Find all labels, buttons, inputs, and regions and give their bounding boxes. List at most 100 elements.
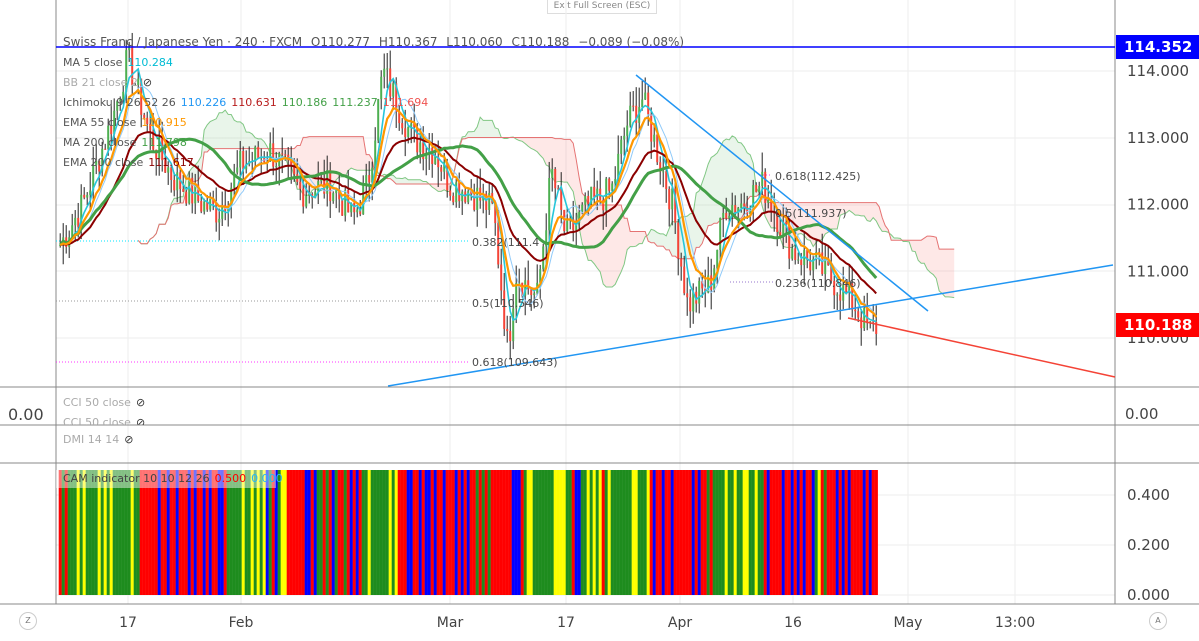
cam-bar <box>826 470 830 595</box>
ichimoku-cloud-segment <box>657 232 661 247</box>
indicator-legend[interactable]: MA 200 close 111.798 <box>63 136 192 149</box>
indicator-legend[interactable]: EMA 55 close 110.915 <box>63 116 192 129</box>
ichimoku-cloud-segment <box>861 202 865 216</box>
candle-body <box>758 186 761 192</box>
ichimoku-cloud-segment <box>471 131 475 138</box>
cam-bar <box>571 470 575 595</box>
cam-bar <box>715 470 719 595</box>
cam-bar <box>754 470 758 595</box>
candle-body <box>734 205 737 213</box>
cam-bar <box>499 470 503 595</box>
candle-body <box>242 150 245 170</box>
ichimoku-cloud-segment <box>417 179 421 184</box>
candle-body <box>305 195 308 207</box>
ichimoku-cloud-segment <box>747 152 751 201</box>
indicator-legend[interactable]: EMA 200 close 111.617 <box>63 156 199 169</box>
cam-bar <box>739 470 743 595</box>
candle-body <box>761 171 764 187</box>
indicator-legend[interactable]: MA 5 close 110.284 <box>63 56 178 69</box>
cam-bar <box>610 470 614 595</box>
cam-bar <box>265 470 269 595</box>
candle-body <box>401 123 404 129</box>
indicator-legend[interactable]: Ichimoku 9 26 52 26 110.226 110.631 110.186… <box>63 96 433 109</box>
cam-bar <box>520 470 524 595</box>
cam-bar <box>493 470 497 595</box>
eye-hidden-icon[interactable]: ⊘ <box>124 433 133 446</box>
ohlc-high: H110.367 <box>378 35 438 49</box>
cam-bar <box>625 470 629 595</box>
cam-bar <box>733 470 737 595</box>
cam-bar <box>604 470 608 595</box>
candle-body <box>281 153 284 155</box>
cam-bar <box>496 470 500 595</box>
candle-body <box>593 186 596 197</box>
eye-hidden-icon[interactable]: ⊘ <box>136 416 145 425</box>
cam-bar <box>145 470 149 595</box>
cam-bar <box>865 470 869 595</box>
cam-bar <box>361 470 365 595</box>
ichimoku-cloud-segment <box>564 139 568 183</box>
eye-hidden-icon[interactable]: ⊘ <box>143 76 152 89</box>
indicator-legend[interactable]: BB 21 close 2 ⊘ <box>63 76 157 89</box>
cam-bar <box>643 470 647 595</box>
cam-bar <box>175 470 179 595</box>
ichimoku-cloud-segment <box>225 110 229 149</box>
cam-bar <box>73 470 77 595</box>
fib-label: 0.5(111.937) <box>775 207 847 220</box>
ichimoku-cloud-segment <box>711 155 715 226</box>
cam-bar <box>751 470 755 595</box>
cam-legend[interactable]: CAM indicator 10 10 12 26 0.500 0.000 <box>63 472 288 485</box>
timezone-z-button[interactable]: Z <box>19 612 37 630</box>
cam-bar <box>427 470 431 595</box>
candle-body <box>860 317 863 329</box>
cam-bar <box>385 470 389 595</box>
cam-bar <box>460 470 464 595</box>
cci-legend-1[interactable]: CCI 50 close ⊘ <box>63 396 150 409</box>
cam-bar <box>328 470 332 595</box>
cam-bar <box>592 470 596 595</box>
ichimoku-cloud-segment <box>210 120 214 149</box>
cam-bar <box>163 470 167 595</box>
candle-body <box>185 191 188 204</box>
candle-body <box>863 307 866 329</box>
candle-body <box>182 189 185 192</box>
ichimoku-cloud-segment <box>927 236 931 273</box>
cam-bar <box>688 470 692 595</box>
candle-body <box>461 191 464 202</box>
cam-bar <box>193 470 197 595</box>
ichimoku-cloud-segment <box>939 249 943 294</box>
cam-bar <box>58 470 62 595</box>
cam-bar <box>256 470 260 595</box>
cci-legend-2[interactable]: CCI 50 close ⊘ <box>63 416 150 425</box>
cam-bar <box>259 470 263 595</box>
cam-bar <box>349 470 353 595</box>
ichimoku-cloud-segment <box>213 118 217 149</box>
ichimoku-cloud-segment <box>705 164 709 235</box>
cam-bar <box>772 470 776 595</box>
cam-bar <box>451 470 455 595</box>
cam-bar <box>709 470 713 595</box>
cam-bar <box>445 470 449 595</box>
x-tick-label: 16 <box>784 615 802 631</box>
cam-bar <box>511 470 515 595</box>
candle-body <box>170 167 173 180</box>
cam-bar <box>64 470 68 595</box>
cam-bar <box>748 470 752 595</box>
cam-bar <box>205 470 209 595</box>
cam-bar <box>418 470 422 595</box>
candle-body <box>698 280 701 304</box>
auto-scale-button[interactable]: A <box>1149 612 1167 630</box>
cam-bar <box>91 470 95 595</box>
cam-bar <box>397 470 401 595</box>
candle-body <box>275 166 278 168</box>
cam-bar <box>133 470 137 595</box>
eye-hidden-icon[interactable]: ⊘ <box>136 396 145 409</box>
cam-bar <box>262 470 266 595</box>
dmi-legend[interactable]: DMI 14 14 ⊘ <box>63 433 138 446</box>
ichimoku-cloud-segment <box>651 229 655 243</box>
candle-body <box>647 92 650 115</box>
cam-bar <box>316 470 320 595</box>
cam-bar <box>286 470 290 595</box>
cam-bar <box>619 470 623 595</box>
cam-bar <box>679 470 683 595</box>
